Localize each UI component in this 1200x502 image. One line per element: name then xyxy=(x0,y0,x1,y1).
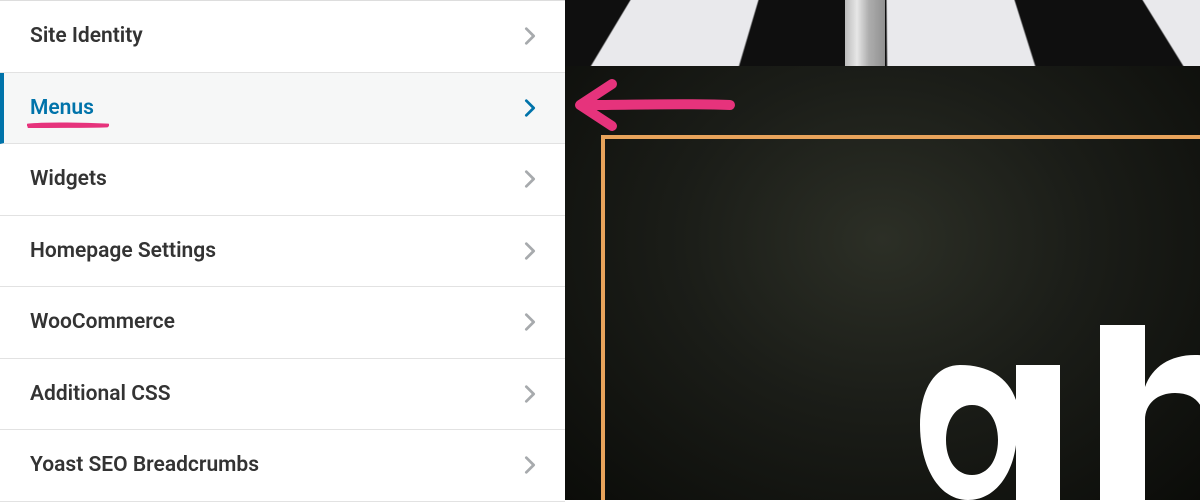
sidebar-item-label: Site Identity xyxy=(30,24,143,48)
chevron-right-icon xyxy=(519,383,541,405)
sidebar-item-site-identity[interactable]: Site Identity xyxy=(0,1,565,73)
preview-chair-reflection xyxy=(845,0,885,70)
chevron-right-icon xyxy=(519,97,541,119)
preview-logo-glyph xyxy=(900,325,1200,500)
chevron-right-icon xyxy=(519,25,541,47)
sidebar-item-label: Yoast SEO Breadcrumbs xyxy=(30,453,259,477)
preview-floor-image xyxy=(565,0,1200,70)
chevron-right-icon xyxy=(519,240,541,262)
sidebar-item-label: Widgets xyxy=(30,167,107,191)
sidebar-item-label: Homepage Settings xyxy=(30,239,216,263)
sidebar-item-label: WooCommerce xyxy=(30,310,175,334)
customizer-sidebar: Site Identity Menus Widgets Homepage Set… xyxy=(0,0,565,500)
sidebar-item-label: Menus xyxy=(30,96,94,120)
annotation-arrow-icon xyxy=(570,75,740,135)
sidebar-item-homepage-settings[interactable]: Homepage Settings xyxy=(0,216,565,288)
chevron-right-icon xyxy=(519,311,541,333)
chevron-right-icon xyxy=(519,168,541,190)
sidebar-item-woocommerce[interactable]: WooCommerce xyxy=(0,287,565,359)
sidebar-item-label: Additional CSS xyxy=(30,382,171,406)
sidebar-item-yoast-breadcrumbs[interactable]: Yoast SEO Breadcrumbs xyxy=(0,430,565,502)
annotation-underline xyxy=(27,122,109,128)
sidebar-item-menus[interactable]: Menus xyxy=(0,73,565,145)
sidebar-item-additional-css[interactable]: Additional CSS xyxy=(0,359,565,431)
chevron-right-icon xyxy=(519,454,541,476)
sidebar-item-widgets[interactable]: Widgets xyxy=(0,144,565,216)
